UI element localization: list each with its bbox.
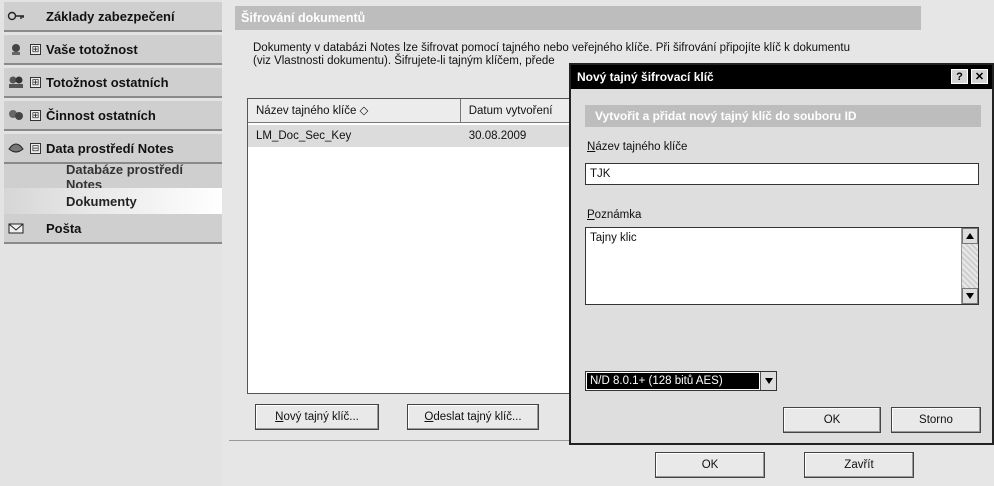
sidebar-item-label: Činnost ostatních	[46, 107, 156, 123]
sidebar-item-label: Pošta	[46, 220, 82, 236]
column-header-created[interactable]: Datum vytvoření	[461, 99, 586, 123]
sidebar-item-security-basics[interactable]: Základy zabezpečení	[4, 2, 222, 32]
key-name-input[interactable]: TJK	[585, 163, 979, 185]
sidebar-item-others-activity[interactable]: ⊞ Činnost ostatních	[4, 101, 222, 131]
section-title: Šifrování dokumentů	[235, 6, 921, 30]
id-card-icon	[6, 39, 26, 59]
column-header-key-name[interactable]: Název tajného klíče ◇	[248, 99, 461, 123]
expand-icon[interactable]: ⊞	[30, 109, 41, 121]
sidebar-item-notes-databases[interactable]: Databáze prostředí Notes	[4, 162, 222, 192]
sidebar-item-label: Dokumenty	[66, 193, 137, 209]
table-header: Název tajného klíče ◇ Datum vytvoření	[248, 99, 586, 123]
expand-icon[interactable]: ⊞	[30, 43, 41, 55]
table-row[interactable]: LM_Doc_Sec_Key 30.08.2009	[248, 125, 586, 147]
sidebar-item-documents[interactable]: Dokumenty	[4, 188, 222, 214]
new-secret-key-button[interactable]: Nový tajný klíč...	[255, 404, 379, 430]
mail-icon	[6, 218, 26, 238]
sidebar-item-mail[interactable]: Pošta	[4, 214, 222, 244]
close-icon[interactable]: ✕	[971, 69, 988, 84]
dialog-cancel-button[interactable]: Storno	[891, 407, 981, 433]
people-icon	[6, 72, 26, 92]
key-name-label: Název tajného klíče	[587, 141, 688, 153]
secret-keys-table[interactable]: Název tajného klíče ◇ Datum vytvoření LM…	[247, 98, 587, 394]
sidebar: Základy zabezpečení ⊞ Vaše totožnost ⊞ T…	[0, 0, 222, 486]
sidebar-item-label: Základy zabezpečení	[46, 8, 175, 24]
sidebar-item-others-identity[interactable]: ⊞ Totožnost ostatních	[4, 68, 222, 98]
select-value: N/D 8.0.1+ (128 bitů AES)	[587, 373, 759, 389]
sidebar-item-label: Data prostředí Notes	[46, 140, 174, 156]
dialog-ok-button[interactable]: OK	[783, 407, 881, 433]
note-text: Tajny klic	[590, 232, 637, 244]
expand-icon[interactable]: ⊞	[30, 76, 41, 88]
dialog-title: Nový tajný šifrovací klíč	[571, 65, 992, 89]
sidebar-item-label: Totožnost ostatních	[46, 74, 169, 90]
cell-key-name: LM_Doc_Sec_Key	[256, 130, 352, 142]
data-icon	[6, 138, 26, 158]
close-button[interactable]: Zavřít	[804, 452, 914, 478]
note-label: Poznámka	[587, 209, 642, 221]
sidebar-item-label: Vaše totožnost	[46, 41, 138, 57]
scrollbar[interactable]	[961, 228, 978, 304]
description-line: Dokumenty v databázi Notes lze šifrovat …	[253, 42, 851, 54]
ok-button[interactable]: OK	[655, 452, 765, 478]
chevron-down-icon[interactable]	[760, 372, 776, 390]
collapse-icon[interactable]: ⊟	[30, 142, 41, 154]
sidebar-item-your-identity[interactable]: ⊞ Vaše totožnost	[4, 35, 222, 65]
sidebar-item-notes-data[interactable]: ⊟ Data prostředí Notes	[4, 134, 222, 164]
key-icon	[6, 6, 26, 26]
scroll-up-icon[interactable]	[962, 228, 978, 244]
new-secret-key-dialog: Nový tajný šifrovací klíč ? ✕ Vytvořit a…	[569, 63, 994, 445]
cell-created: 30.08.2009	[468, 130, 527, 142]
note-textarea[interactable]: Tajny klic	[585, 227, 979, 305]
dialog-header: Vytvořit a přidat nový tajný klíč do sou…	[585, 105, 981, 127]
help-icon[interactable]: ?	[951, 69, 968, 84]
encryption-type-select[interactable]: N/D 8.0.1+ (128 bitů AES)	[585, 371, 777, 391]
activity-icon	[6, 105, 26, 125]
send-secret-key-button[interactable]: Odeslat tajný klíč...	[407, 404, 539, 430]
scroll-down-icon[interactable]	[962, 288, 978, 304]
